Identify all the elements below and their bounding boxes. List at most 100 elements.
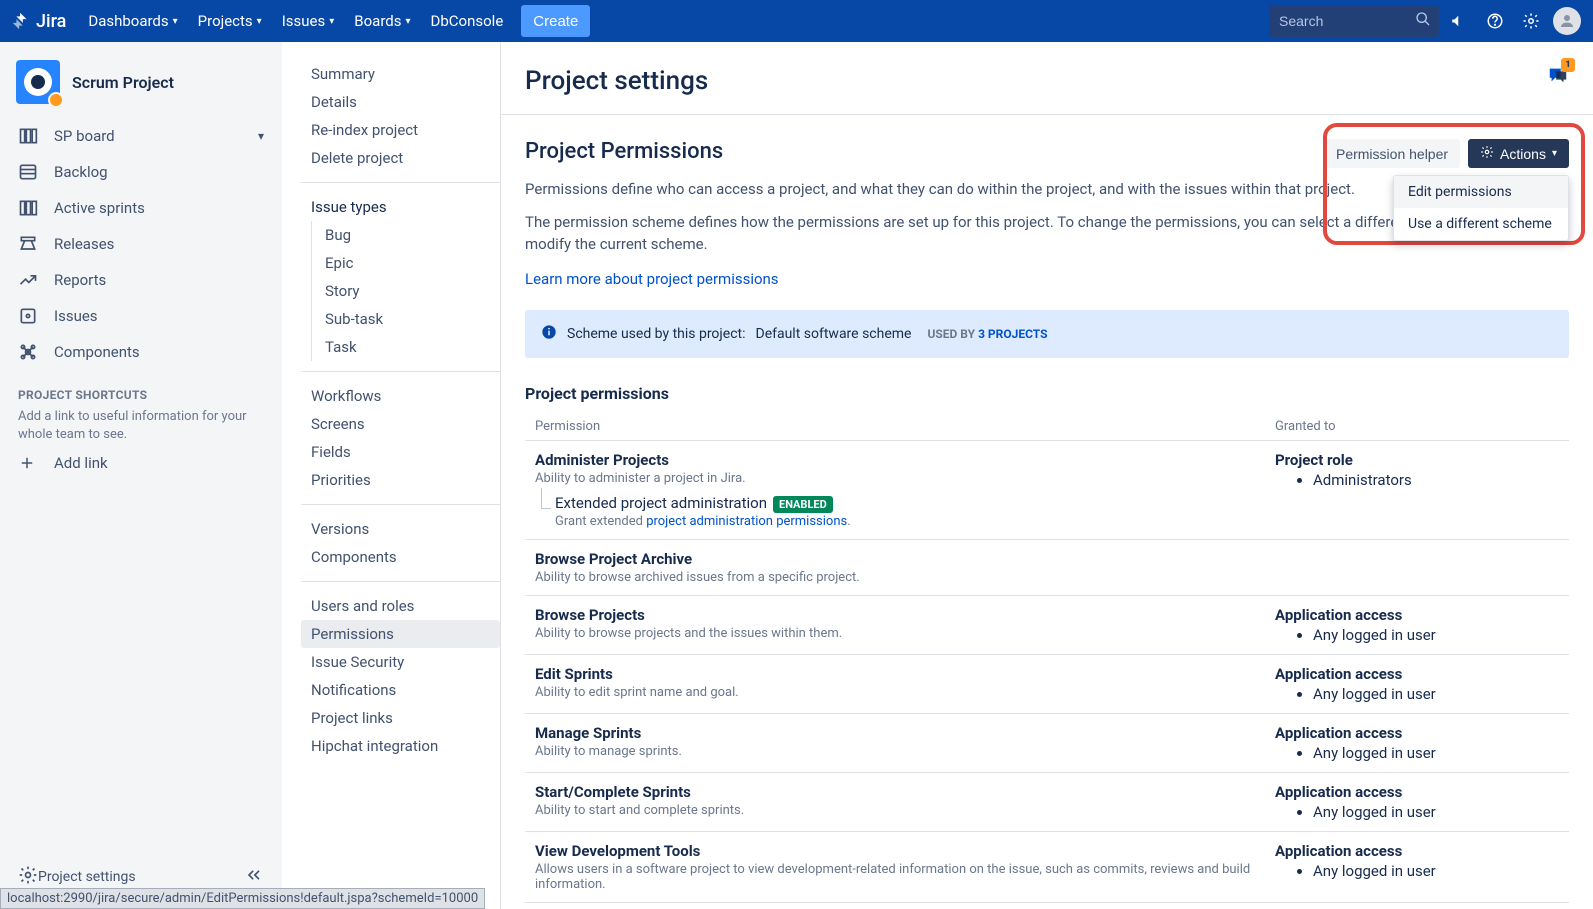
scheme-label: Scheme used by this project:: [567, 326, 746, 342]
settings-nav-task[interactable]: Task: [301, 333, 500, 361]
perm-section-title: Project permissions: [525, 384, 1569, 403]
col-permission: Permission: [535, 419, 1275, 434]
permission-row: View Development Tools Allows users in a …: [525, 832, 1569, 903]
permission-row: Start/Complete SprintsAbility to start a…: [525, 773, 1569, 832]
grant-title: Application access: [1275, 783, 1559, 801]
permission-desc: Ability to administer a project in Jira.: [535, 471, 1275, 486]
settings-nav-priorities[interactable]: Priorities: [301, 466, 500, 494]
dropdown-item-edit-permissions[interactable]: Edit permissions: [1394, 176, 1568, 208]
settings-icon[interactable]: [1515, 5, 1547, 37]
settings-nav-users-and-roles[interactable]: Users and roles: [301, 592, 500, 620]
nav-menu-projects[interactable]: Projects▾: [190, 5, 270, 37]
settings-nav-versions[interactable]: Versions: [301, 515, 500, 543]
feedback-icon[interactable]: 1: [1547, 64, 1569, 90]
settings-nav: SummaryDetailsRe-index projectDelete pro…: [283, 42, 501, 909]
permissions-table: Permission Granted to Administer Project…: [525, 413, 1569, 903]
collapse-icon[interactable]: [244, 865, 264, 889]
project-avatar-icon: [16, 60, 60, 104]
sidebar-item-board[interactable]: SP board ▾: [8, 118, 274, 154]
shortcuts-text: Add a link to useful information for you…: [8, 406, 274, 446]
brand[interactable]: Jira: [10, 10, 66, 32]
permission-row: Edit SprintsAbility to edit sprint name …: [525, 655, 1569, 714]
sidebar-item-active-sprints[interactable]: Active sprints: [8, 190, 274, 226]
dropdown-item-use-scheme[interactable]: Use a different scheme: [1394, 208, 1568, 240]
sidebar-item-issues[interactable]: Issues: [8, 298, 274, 334]
permission-desc: Ability to browse archived issues from a…: [535, 570, 1275, 585]
settings-nav-issue-security[interactable]: Issue Security: [301, 648, 500, 676]
gear-icon: [18, 865, 38, 889]
permission-desc: Ability to start and complete sprints.: [535, 803, 1275, 818]
sidebar-item-reports[interactable]: Reports: [8, 262, 274, 298]
learn-more-link[interactable]: Learn more about project permissions: [525, 270, 779, 288]
permission-name: Edit Sprints: [535, 665, 1275, 683]
grant-item: Any logged in user: [1313, 744, 1559, 762]
profile-avatar[interactable]: [1551, 5, 1583, 37]
grant-title: Project role: [1275, 451, 1559, 469]
search-input[interactable]: [1269, 5, 1439, 37]
chevron-down-icon: ▾: [258, 129, 264, 143]
grant-item: Any logged in user: [1313, 626, 1559, 644]
settings-nav-story[interactable]: Story: [301, 277, 500, 305]
settings-nav-workflows[interactable]: Workflows: [301, 382, 500, 410]
main-content: 1 Project settings Project Permissions P…: [501, 42, 1593, 909]
sidebar-item-backlog[interactable]: Backlog: [8, 154, 274, 190]
permission-name: Administer Projects: [535, 451, 1275, 469]
grant-title: Application access: [1275, 724, 1559, 742]
settings-nav-fields[interactable]: Fields: [301, 438, 500, 466]
settings-nav-permissions[interactable]: Permissions: [301, 620, 500, 648]
project-sidebar: Scrum Project SP board ▾ BacklogActive s…: [0, 42, 283, 909]
chevron-down-icon: ▾: [1552, 148, 1557, 159]
permission-row: Manage SprintsAbility to manage sprints.…: [525, 714, 1569, 773]
nav-menu-boards[interactable]: Boards▾: [346, 5, 418, 37]
sidebar-item-components[interactable]: Components: [8, 334, 274, 370]
permission-desc: Ability to manage sprints.: [535, 744, 1275, 759]
create-button[interactable]: Create: [521, 5, 590, 37]
megaphone-icon[interactable]: [1443, 5, 1475, 37]
board-icon: [18, 126, 40, 146]
grant-title: Application access: [1275, 606, 1559, 624]
permission-helper-button[interactable]: Permission helper: [1324, 139, 1460, 168]
shortcuts-title: PROJECT SHORTCUTS: [8, 370, 274, 406]
actions-button[interactable]: Actions ▾: [1468, 139, 1569, 168]
settings-nav-epic[interactable]: Epic: [301, 249, 500, 277]
project-header[interactable]: Scrum Project: [8, 54, 274, 118]
settings-nav-screens[interactable]: Screens: [301, 410, 500, 438]
settings-nav-hipchat-integration[interactable]: Hipchat integration: [301, 732, 500, 760]
active-sprints-icon: [18, 198, 40, 218]
settings-nav-sub-task[interactable]: Sub-task: [301, 305, 500, 333]
enabled-badge: ENABLED: [773, 496, 833, 513]
settings-nav-project-links[interactable]: Project links: [301, 704, 500, 732]
settings-nav-details[interactable]: Details: [301, 88, 500, 116]
settings-nav-notifications[interactable]: Notifications: [301, 676, 500, 704]
top-nav: Jira Dashboards▾Projects▾Issues▾Boards▾D…: [0, 0, 1593, 42]
admin-permissions-link[interactable]: project administration permissions: [646, 514, 847, 529]
plus-icon: [18, 454, 40, 472]
reports-icon: [18, 270, 40, 290]
nav-menus: Dashboards▾Projects▾Issues▾Boards▾DbCons…: [80, 5, 511, 37]
permission-name: View Development Tools: [535, 842, 1275, 860]
settings-nav-bug[interactable]: Bug: [301, 221, 500, 249]
feedback-badge: 1: [1561, 58, 1575, 72]
scheme-info-panel: Scheme used by this project: Default sof…: [525, 310, 1569, 358]
settings-nav-re-index-project[interactable]: Re-index project: [301, 116, 500, 144]
grant-item: Any logged in user: [1313, 685, 1559, 703]
settings-nav-summary[interactable]: Summary: [301, 60, 500, 88]
settings-nav-delete-project[interactable]: Delete project: [301, 144, 500, 172]
grant-item: Any logged in user: [1313, 803, 1559, 821]
sub-permission-desc: Grant extended project administration pe…: [555, 514, 1275, 529]
nav-menu-dashboards[interactable]: Dashboards▾: [80, 5, 185, 37]
help-icon[interactable]: [1479, 5, 1511, 37]
settings-nav-issue-types[interactable]: Issue types: [301, 193, 500, 221]
sidebar-item-releases[interactable]: Releases: [8, 226, 274, 262]
page-title: Project settings: [501, 42, 1593, 115]
backlog-icon: [18, 162, 40, 182]
permission-name: Browse Projects: [535, 606, 1275, 624]
nav-menu-dbconsole[interactable]: DbConsole: [423, 5, 512, 37]
permission-desc: Allows users in a software project to vi…: [535, 862, 1275, 892]
releases-icon: [18, 234, 40, 254]
add-link[interactable]: Add link: [8, 446, 274, 480]
nav-menu-issues[interactable]: Issues▾: [274, 5, 343, 37]
used-by-link[interactable]: 3 PROJECTS: [978, 327, 1047, 341]
jira-logo-icon: [10, 10, 32, 32]
settings-nav-components[interactable]: Components: [301, 543, 500, 571]
